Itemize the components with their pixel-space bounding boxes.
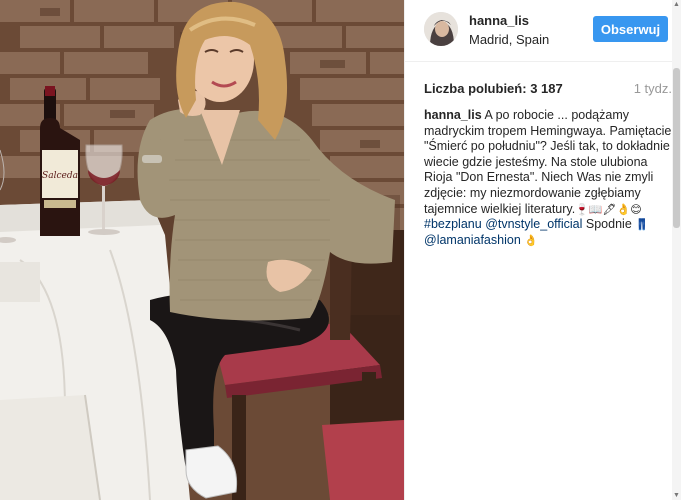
post-photo[interactable]: Salceda xyxy=(0,0,404,500)
mention-link-tvnstyle[interactable]: @tvnstyle_official xyxy=(485,217,582,231)
caption-text: A po robocie ... podążamy madryckim trop… xyxy=(424,108,672,216)
likes-count[interactable]: 3 187 xyxy=(530,81,563,96)
ok-hand-emoji-icon: 👌 xyxy=(524,233,538,247)
avatar-image xyxy=(424,12,458,46)
pants-emoji-icon: 👖 xyxy=(635,218,649,232)
scroll-down-icon[interactable]: ▼ xyxy=(672,491,681,500)
hashtag-link[interactable]: #bezplanu xyxy=(424,217,482,231)
likes-label: Liczba polubień: xyxy=(424,81,527,96)
caption-author-link[interactable]: hanna_lis xyxy=(424,108,482,122)
svg-text:Salceda: Salceda xyxy=(42,171,78,181)
follow-button[interactable]: Obserwuj xyxy=(593,16,668,42)
caption-emojis: 🍷📖🖋👌😊 xyxy=(575,202,642,216)
scroll-up-icon[interactable]: ▲ xyxy=(672,0,681,9)
avatar[interactable] xyxy=(424,12,458,46)
mention-link-lamania[interactable]: @lamaniafashion xyxy=(424,233,521,247)
instagram-post-embed: Salceda hanna_lis Madrid, Spain Obserwuj… xyxy=(0,0,681,500)
post-time[interactable]: 1 tydz. xyxy=(634,81,672,96)
post-header: hanna_lis Madrid, Spain Obserwuj xyxy=(405,0,681,62)
username-link[interactable]: hanna_lis xyxy=(469,13,529,28)
post-sidebar: hanna_lis Madrid, Spain Obserwuj Liczba … xyxy=(404,0,681,500)
post-caption: hanna_lis A po robocie ... podążamy madr… xyxy=(424,108,676,248)
likes-row: Liczba polubień: 3 187 1 tydz. xyxy=(424,81,672,96)
photo-image: Salceda xyxy=(0,0,404,500)
vertical-scrollbar[interactable]: ▲ ▼ xyxy=(672,0,681,500)
caption-text-pants: Spodnie xyxy=(582,217,636,232)
scroll-thumb[interactable] xyxy=(673,68,680,228)
location-link[interactable]: Madrid, Spain xyxy=(469,32,549,47)
